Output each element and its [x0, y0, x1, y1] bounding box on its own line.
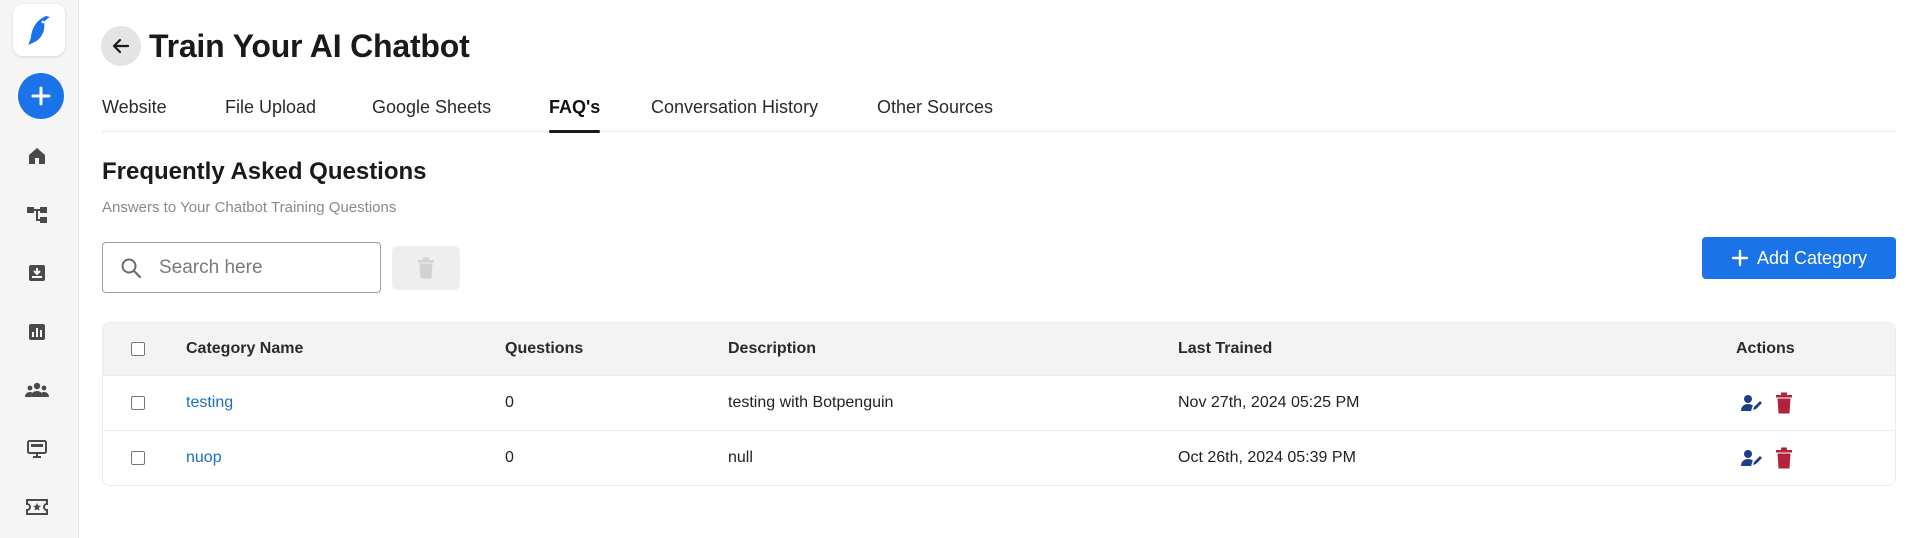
category-description: null — [728, 449, 753, 466]
bulk-delete-button[interactable] — [392, 246, 460, 290]
column-header-category-name[interactable]: Category Name — [186, 323, 303, 375]
delete-icon[interactable] — [1773, 447, 1795, 469]
table-row: testing 0 testing with Botpenguin Nov 27… — [103, 375, 1895, 430]
row-actions — [1741, 431, 1795, 485]
section-title: Frequently Asked Questions — [102, 158, 427, 185]
last-trained-date: Oct 26th, 2024 05:39 PM — [1178, 449, 1356, 466]
monitor-icon[interactable] — [25, 437, 49, 461]
sidebar — [0, 0, 79, 538]
plus-icon — [1731, 249, 1749, 267]
delete-icon[interactable] — [1773, 392, 1795, 414]
people-group-icon[interactable] — [25, 378, 49, 402]
row-checkbox[interactable] — [131, 396, 145, 410]
section-subtitle: Answers to Your Chatbot Training Questio… — [102, 199, 397, 216]
faq-categories-table: Category Name Questions Description Last… — [102, 322, 1896, 486]
page-title: Train Your AI Chatbot — [149, 28, 470, 64]
category-name-link[interactable]: testing — [186, 376, 233, 430]
bar-chart-icon[interactable] — [25, 320, 49, 344]
category-name-link[interactable]: nuop — [186, 431, 222, 485]
penguin-logo-icon[interactable] — [13, 4, 65, 56]
create-new-button[interactable] — [18, 73, 64, 119]
search-icon — [103, 257, 159, 279]
table-header-row: Category Name Questions Description Last… — [103, 323, 1895, 375]
column-header-description[interactable]: Description — [728, 323, 816, 375]
column-header-questions[interactable]: Questions — [505, 323, 583, 375]
add-category-label: Add Category — [1756, 247, 1868, 268]
star-ticket-icon[interactable] — [25, 495, 49, 519]
tab-google-sheets[interactable]: Google Sheets — [372, 92, 491, 132]
questions-count: 0 — [505, 449, 514, 466]
edit-user-icon[interactable] — [1741, 447, 1763, 469]
tab-website[interactable]: Website — [102, 92, 167, 132]
home-icon[interactable] — [25, 144, 49, 168]
tab-file-upload[interactable]: File Upload — [225, 92, 316, 132]
tab-faqs[interactable]: FAQ's — [549, 92, 601, 133]
column-header-last-trained[interactable]: Last Trained — [1178, 323, 1272, 375]
add-category-button[interactable]: Add Category — [1702, 237, 1896, 279]
tab-conversation-history[interactable]: Conversation History — [651, 92, 818, 132]
table-row: nuop 0 null Oct 26th, 2024 05:39 PM — [103, 430, 1895, 485]
back-button[interactable] — [101, 26, 141, 66]
row-actions — [1741, 376, 1795, 430]
inbox-download-icon[interactable] — [25, 261, 49, 285]
trash-icon — [418, 257, 434, 279]
questions-count: 0 — [505, 394, 514, 411]
hierarchy-icon[interactable] — [25, 203, 49, 227]
tab-other-sources[interactable]: Other Sources — [877, 92, 993, 132]
row-checkbox[interactable] — [131, 451, 145, 465]
category-description: testing with Botpenguin — [728, 394, 894, 411]
select-all-checkbox[interactable] — [131, 342, 145, 356]
arrow-left-icon — [112, 38, 130, 54]
tab-bar: Website File Upload Google Sheets FAQ's … — [102, 92, 1895, 133]
edit-user-icon[interactable] — [1741, 392, 1763, 414]
last-trained-date: Nov 27th, 2024 05:25 PM — [1178, 394, 1360, 411]
search-box — [102, 242, 381, 293]
search-input[interactable] — [159, 256, 369, 279]
column-header-actions: Actions — [1736, 340, 1795, 357]
